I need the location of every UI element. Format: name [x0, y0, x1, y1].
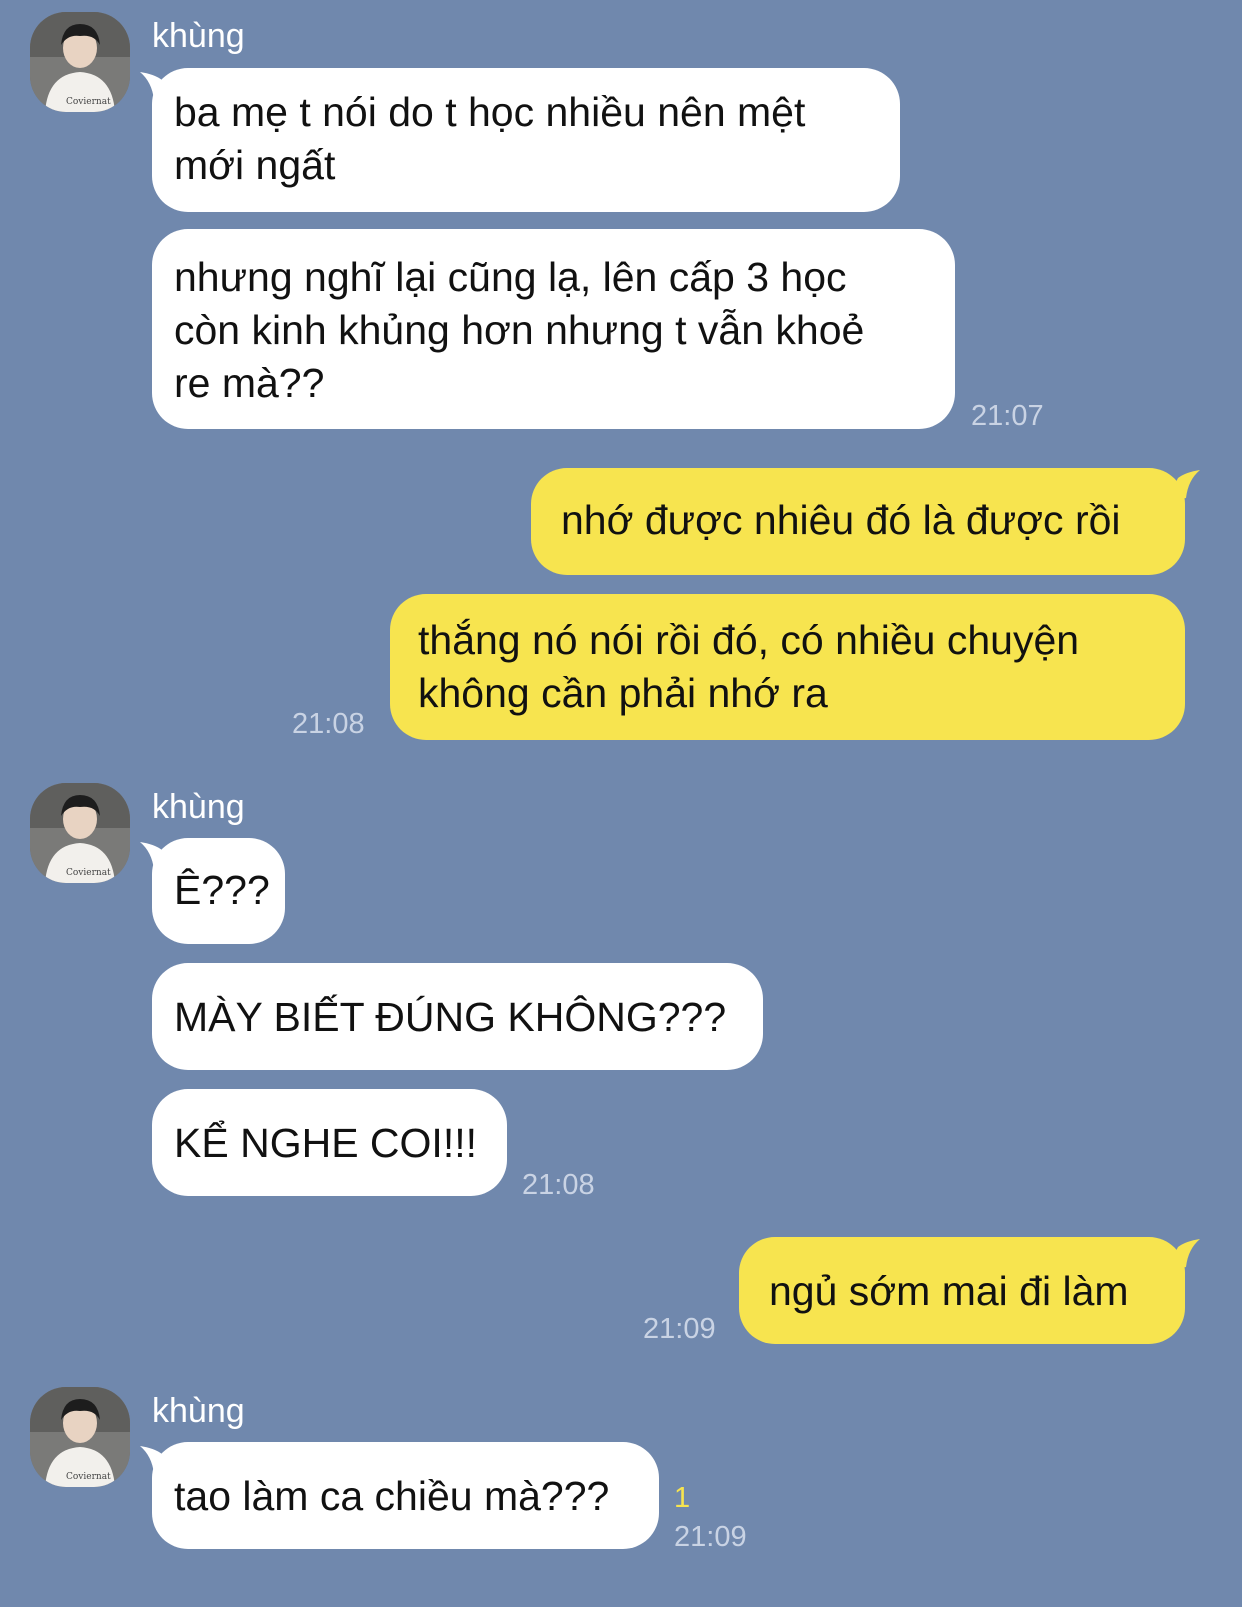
message-timestamp: 21:09	[674, 1521, 747, 1553]
message-bubble[interactable]: MÀY BIẾT ĐÚNG KHÔNG???	[152, 963, 763, 1070]
contact-avatar[interactable]: Coviernat	[30, 12, 130, 112]
message-bubble[interactable]: thắng nó nói rồi đó, có nhiều chuyện khô…	[390, 594, 1185, 740]
contact-avatar[interactable]: Coviernat	[30, 1387, 130, 1487]
chat-message-list[interactable]: Coviernat khùng ba mẹ t nói do t học nhi…	[0, 0, 1242, 1607]
message-timestamp: 21:08	[522, 1169, 595, 1201]
message-timestamp: 21:07	[971, 400, 1044, 432]
sender-name: khùng	[152, 788, 245, 826]
message-bubble[interactable]: nhưng nghĩ lại cũng lạ, lên cấp 3 học cò…	[152, 229, 955, 429]
message-bubble[interactable]: Ê???	[152, 838, 285, 944]
message-bubble[interactable]: nhớ được nhiêu đó là được rồi	[531, 468, 1185, 575]
message-timestamp: 21:09	[643, 1313, 716, 1345]
sender-name: khùng	[152, 1392, 245, 1430]
message-bubble[interactable]: tao làm ca chiều mà???	[152, 1442, 659, 1549]
sender-name: khùng	[152, 17, 245, 55]
message-bubble[interactable]: ba mẹ t nói do t học nhiều nên mệt mới n…	[152, 68, 900, 212]
unread-count: 1	[674, 1482, 691, 1514]
message-bubble[interactable]: ngủ sớm mai đi làm	[739, 1237, 1185, 1344]
message-bubble[interactable]: KỂ NGHE COI!!!	[152, 1089, 507, 1196]
svg-text:Coviernat: Coviernat	[66, 1472, 111, 1482]
contact-avatar[interactable]: Coviernat	[30, 783, 130, 883]
message-timestamp: 21:08	[292, 708, 365, 740]
svg-text:Coviernat: Coviernat	[66, 868, 111, 878]
svg-text:Coviernat: Coviernat	[66, 97, 111, 107]
